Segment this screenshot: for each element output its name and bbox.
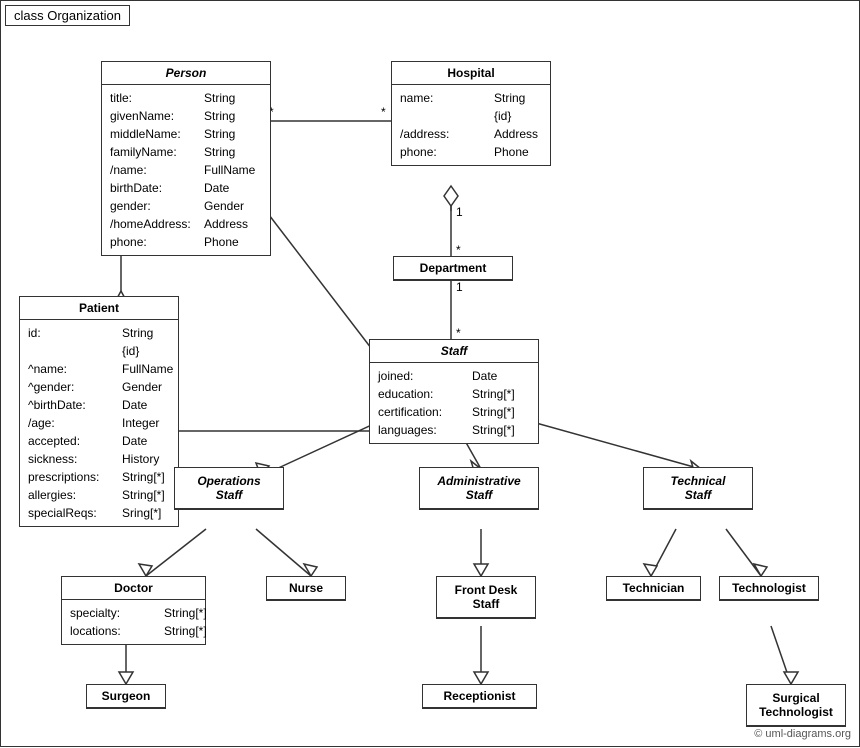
person-class: Person title:String givenName:String mid… [101, 61, 271, 256]
front-desk-staff-title: Front DeskStaff [437, 577, 535, 618]
diagram-title: class Organization [5, 5, 130, 26]
technical-staff-title: TechnicalStaff [644, 468, 752, 509]
staff-title: Staff [370, 340, 538, 363]
surgeon-class: Surgeon [86, 684, 166, 709]
doctor-title: Doctor [62, 577, 205, 600]
surgical-technologist-class: SurgicalTechnologist [746, 684, 846, 727]
person-attrs: title:String givenName:String middleName… [102, 85, 270, 255]
hospital-class: Hospital name:String {id} /address:Addre… [391, 61, 551, 166]
technician-class: Technician [606, 576, 701, 601]
nurse-title: Nurse [267, 577, 345, 600]
person-title: Person [102, 62, 270, 85]
svg-text:1: 1 [456, 205, 463, 219]
technologist-title: Technologist [720, 577, 818, 600]
surgical-technologist-title: SurgicalTechnologist [747, 685, 845, 726]
patient-title: Patient [20, 297, 178, 320]
svg-text:*: * [381, 105, 386, 119]
administrative-staff-class: AdministrativeStaff [419, 467, 539, 510]
staff-class: Staff joined:Date education:String[*] ce… [369, 339, 539, 444]
doctor-attrs: specialty:String[*] locations:String[*] [62, 600, 205, 644]
front-desk-staff-class: Front DeskStaff [436, 576, 536, 619]
svg-text:*: * [456, 243, 461, 257]
technical-staff-class: TechnicalStaff [643, 467, 753, 510]
department-class: Department [393, 256, 513, 281]
technician-title: Technician [607, 577, 700, 600]
department-title: Department [394, 257, 512, 280]
technologist-class: Technologist [719, 576, 819, 601]
patient-attrs: id:String {id} ^name:FullName ^gender:Ge… [20, 320, 178, 526]
svg-text:1: 1 [456, 280, 463, 294]
receptionist-title: Receptionist [423, 685, 536, 708]
surgeon-title: Surgeon [87, 685, 165, 708]
diagram-container: class Organization * * 1 * 1 * [0, 0, 860, 747]
patient-class: Patient id:String {id} ^name:FullName ^g… [19, 296, 179, 527]
administrative-staff-title: AdministrativeStaff [420, 468, 538, 509]
receptionist-class: Receptionist [422, 684, 537, 709]
hospital-attrs: name:String {id} /address:Address phone:… [392, 85, 550, 165]
hospital-title: Hospital [392, 62, 550, 85]
nurse-class: Nurse [266, 576, 346, 601]
copyright: © uml-diagrams.org [754, 728, 851, 740]
svg-text:*: * [456, 326, 461, 340]
staff-attrs: joined:Date education:String[*] certific… [370, 363, 538, 443]
doctor-class: Doctor specialty:String[*] locations:Str… [61, 576, 206, 645]
operations-staff-title: OperationsStaff [175, 468, 283, 509]
operations-staff-class: OperationsStaff [174, 467, 284, 510]
